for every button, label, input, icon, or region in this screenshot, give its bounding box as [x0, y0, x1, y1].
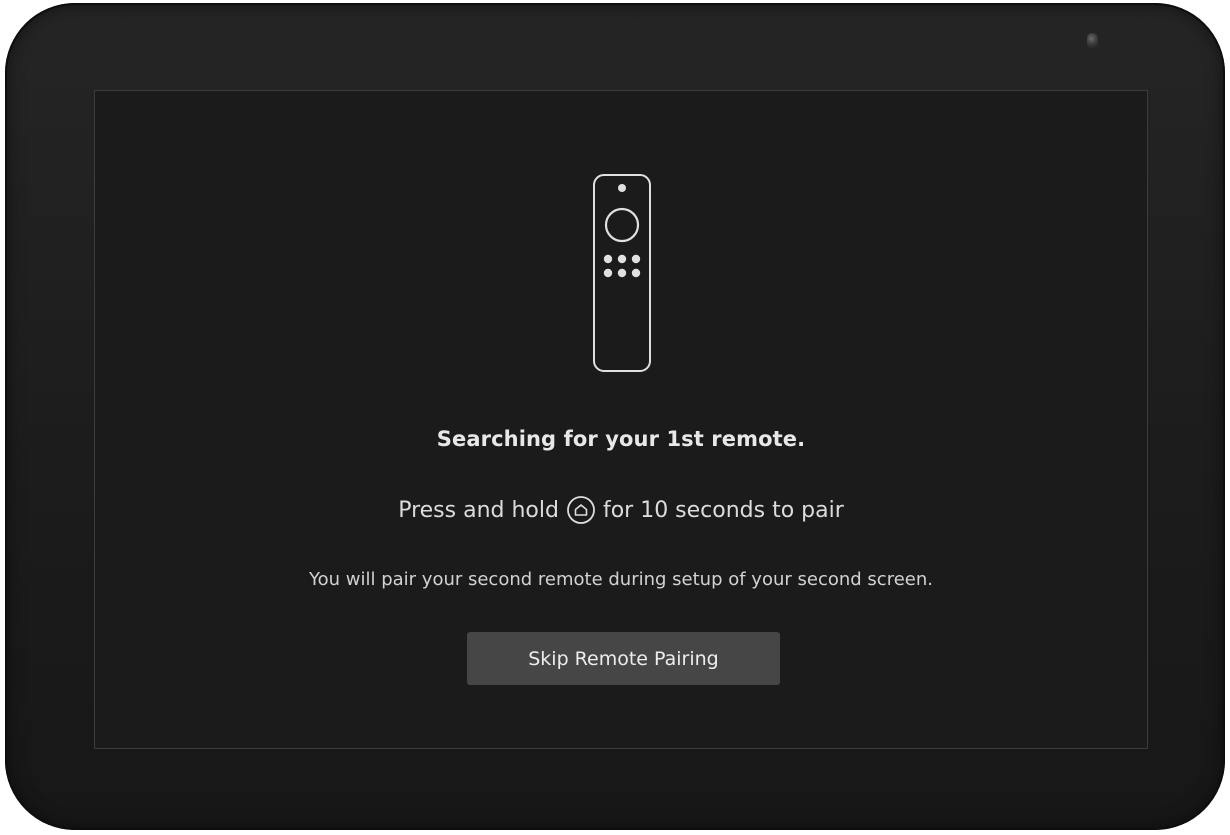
pairing-instruction: Press and hold for 10 seconds to pair	[95, 495, 1147, 525]
home-button-icon	[567, 496, 595, 524]
instruction-suffix: for 10 seconds to pair	[602, 497, 844, 523]
pairing-title: Searching for your 1st remote.	[436, 427, 806, 451]
device-frame: Searching for your 1st remote. Press and…	[5, 3, 1225, 830]
instruction-prefix: Press and hold	[398, 497, 559, 523]
skip-remote-pairing-button[interactable]: Skip Remote Pairing	[467, 632, 780, 685]
camera-lens	[1087, 33, 1098, 49]
pairing-note: You will pair your second remote during …	[309, 569, 933, 590]
remote-icon	[593, 174, 651, 372]
pairing-screen: Searching for your 1st remote. Press and…	[94, 90, 1148, 749]
